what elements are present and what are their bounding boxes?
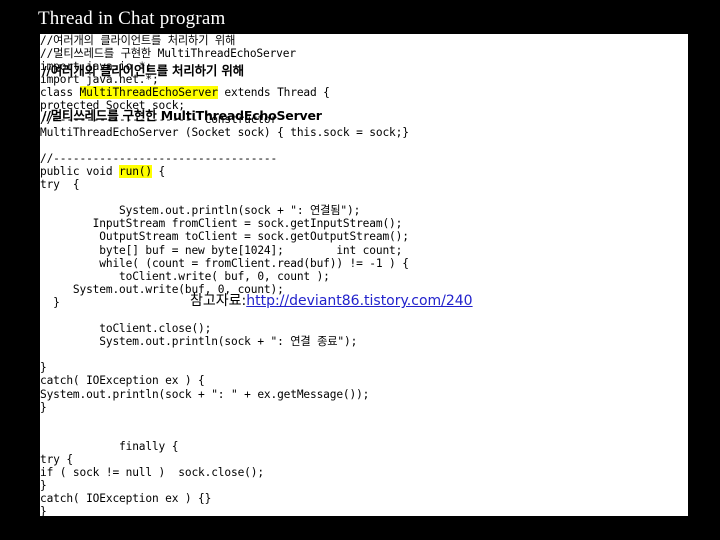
code-line: try { (40, 178, 80, 192)
reference-label: 참고자료: (190, 293, 247, 309)
reference-link[interactable]: http://deviant86.tistory.com/240 (246, 293, 472, 309)
code-line: System.out.println(sock + ": 연결됨"); (40, 204, 361, 218)
slide-root: Thread in Chat program //여러개의 클라이언트를 처리하… (0, 0, 720, 540)
code-line: while( (count = fromClient.read(buf)) !=… (40, 256, 409, 270)
code-line: if ( sock != null ) sock.close(); (40, 466, 264, 480)
code-line: InputStream fromClient = sock.getInputSt… (40, 217, 403, 231)
code-line: System.out.println(sock + ": 연결 종료"); (40, 335, 358, 349)
code-line: } (40, 505, 47, 516)
code-line: catch( IOException ex ) {} (40, 492, 212, 506)
code-line: class MultiThreadEchoServer extends Thre… (40, 86, 330, 100)
code-line: //---------------------------------- (40, 151, 278, 165)
code-line: MultiThreadEchoServer (Socket sock) { th… (40, 125, 409, 139)
code-line: } (40, 361, 47, 375)
code-line: toClient.close(); (40, 322, 212, 336)
code-line: } (40, 400, 47, 414)
code-line: protected Socket sock; (40, 99, 185, 113)
code-line: //---------------------- Constructor (40, 112, 278, 126)
code-line: public void run() { (40, 164, 166, 178)
code-line: toClient.write( buf, 0, count ); (40, 269, 330, 283)
code-highlight: run() (119, 164, 152, 178)
code-line: byte[] buf = new byte[1024]; int count; (40, 243, 403, 257)
code-panel: //여러개의 클라이언트를 처리하기 위해//멀티쓰레드를 구현한 MultiT… (40, 34, 688, 516)
code-line: finally { (40, 439, 179, 453)
code-line: catch( IOException ex ) { (40, 374, 205, 388)
reference-annotation: 참고자료:http://deviant86.tistory.com/240 (190, 292, 473, 310)
code-line: try { (40, 453, 73, 466)
code-line: } (40, 479, 47, 493)
code-highlight: MultiThreadEchoServer (79, 86, 218, 100)
code-listing: //여러개의 클라이언트를 처리하기 위해//멀티쓰레드를 구현한 MultiT… (40, 34, 688, 516)
page-title: Thread in Chat program (38, 8, 226, 29)
code-line: //멀티쓰레드를 구현한 MultiThreadEchoServer (40, 47, 296, 61)
code-line: OutputStream toClient = sock.getOutputSt… (40, 230, 409, 244)
code-line: import java.io.*; (40, 60, 152, 74)
code-line: import java.net.*; (40, 73, 159, 87)
code-line: //여러개의 클라이언트를 처리하기 위해 (40, 34, 236, 47)
code-line: System.out.println(sock + ": " + ex.getM… (40, 387, 370, 401)
